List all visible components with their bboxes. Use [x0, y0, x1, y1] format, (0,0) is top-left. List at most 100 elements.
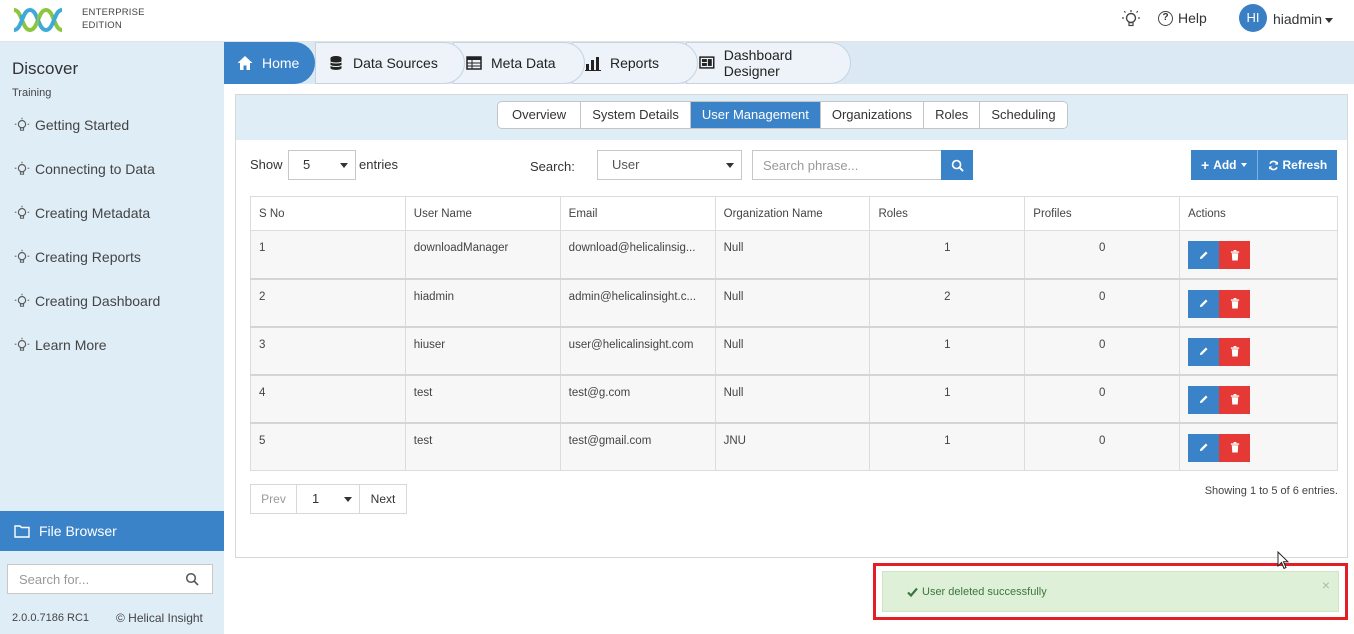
tab-data-sources[interactable]: Data Sources: [315, 42, 465, 84]
refresh-label: Refresh: [1282, 158, 1328, 172]
delete-user-button[interactable]: [1219, 241, 1251, 269]
sidebar-item-learn-more[interactable]: Learn More: [14, 337, 107, 353]
action-button-group: + Add Refresh: [1191, 150, 1338, 180]
subtab-system-details[interactable]: System Details: [580, 102, 690, 128]
table-row: 2 hiadmin admin@helicalinsight.c... Null…: [250, 278, 1338, 328]
sidebar-title: Discover: [12, 59, 79, 78]
cell-sno: 3: [250, 326, 406, 376]
sidebar-search-input[interactable]: [8, 565, 178, 593]
delete-user-button[interactable]: [1219, 337, 1251, 366]
cell-profiles: 0: [1024, 422, 1181, 471]
success-toast: User deleted successfully ×: [882, 571, 1339, 612]
trash-icon: [1230, 394, 1239, 405]
lightbulb-icon: [14, 117, 30, 131]
add-button[interactable]: + Add: [1191, 150, 1258, 180]
pagination: Prev 1 Next: [250, 484, 407, 514]
subtab-user-management[interactable]: User Management: [689, 102, 820, 128]
edit-user-button[interactable]: [1188, 289, 1220, 318]
lightbulb-icon: [14, 205, 30, 219]
edit-user-button[interactable]: [1188, 385, 1220, 414]
cell-email: test@gmail.com: [559, 422, 716, 471]
subtab-overview[interactable]: Overview: [498, 102, 581, 128]
column-header-email[interactable]: Email: [559, 196, 716, 231]
cell-email: test@g.com: [559, 374, 716, 424]
cell-sno: 1: [250, 230, 406, 280]
sidebar-item-label: Connecting to Data: [35, 161, 155, 177]
caret-down-icon: [344, 497, 352, 502]
tab-dashboard-designer[interactable]: Dashboard Designer: [686, 42, 851, 84]
cell-username: hiadmin: [404, 278, 561, 328]
sidebar-item-label: Creating Dashboard: [35, 293, 161, 309]
subtab-scheduling[interactable]: Scheduling: [979, 102, 1067, 128]
column-header-sno[interactable]: S No: [250, 196, 406, 231]
close-icon[interactable]: ×: [1322, 578, 1330, 592]
check-icon: [907, 587, 918, 597]
search-phrase-input[interactable]: [752, 150, 942, 180]
version-label: 2.0.0.7186 RC1: [12, 612, 90, 624]
sidebar: Discover Training Getting Started Connec…: [0, 42, 224, 634]
delete-user-button[interactable]: [1219, 385, 1251, 414]
delete-user-button[interactable]: [1219, 433, 1251, 462]
sidebar-item-creating-metadata[interactable]: Creating Metadata: [14, 205, 150, 221]
refresh-button[interactable]: Refresh: [1257, 150, 1338, 180]
cell-roles: 2: [869, 278, 1026, 328]
entries-per-page-select[interactable]: 5: [288, 150, 356, 180]
sidebar-item-label: Creating Reports: [35, 249, 141, 265]
trash-icon: [1230, 249, 1239, 261]
main-content: Dashboard Designer Reports Meta Data Dat…: [224, 42, 1354, 634]
prev-page-button[interactable]: Prev: [251, 485, 297, 513]
tab-meta-data[interactable]: Meta Data: [453, 42, 585, 84]
lightbulb-icon: [14, 161, 30, 175]
sidebar-item-label: Getting Started: [35, 117, 130, 133]
pencil-icon: [1199, 250, 1208, 259]
sidebar-item-creating-reports[interactable]: Creating Reports: [14, 249, 141, 265]
entries-summary: Showing 1 to 5 of 6 entries.: [1204, 485, 1338, 497]
edit-user-button[interactable]: [1188, 241, 1220, 269]
page-number-select[interactable]: 1: [297, 485, 360, 513]
avatar[interactable]: HI: [1239, 4, 1267, 32]
cell-roles: 1: [869, 422, 1026, 471]
column-header-organization-name[interactable]: Organization Name: [714, 196, 871, 231]
file-browser-label: File Browser: [39, 523, 117, 539]
cell-username: test: [404, 374, 561, 424]
next-page-button[interactable]: Next: [360, 485, 406, 513]
sidebar-search: [7, 564, 213, 594]
trash-icon: [1230, 442, 1239, 453]
sidebar-item-label: Creating Metadata: [35, 205, 151, 221]
file-browser-button[interactable]: File Browser: [0, 511, 224, 551]
edition-line-1: ENTERPRISE: [82, 7, 145, 18]
tab-home[interactable]: Home: [224, 42, 315, 84]
subtab-roles[interactable]: Roles: [923, 102, 980, 128]
tab-label: Data Sources: [353, 55, 438, 71]
delete-user-button[interactable]: [1219, 289, 1251, 318]
lightbulb-icon: [14, 293, 30, 307]
edit-user-button[interactable]: [1188, 337, 1220, 366]
edition-line-2: EDITION: [82, 20, 122, 31]
caret-down-icon: [1325, 17, 1334, 23]
cell-organization: Null: [714, 278, 871, 328]
cell-actions: [1179, 422, 1338, 471]
search-icon[interactable]: [185, 572, 199, 586]
column-header-roles[interactable]: Roles: [869, 196, 1026, 231]
subtab-organizations[interactable]: Organizations: [819, 102, 924, 128]
lightbulb-icon: [14, 337, 30, 351]
edit-user-button[interactable]: [1188, 433, 1220, 462]
tab-reports[interactable]: Reports: [572, 42, 698, 84]
sidebar-item-getting-started[interactable]: Getting Started: [14, 117, 129, 133]
database-icon: [330, 56, 342, 70]
caret-down-icon: [1240, 163, 1247, 167]
cell-email: download@helicalinsig...: [559, 230, 716, 280]
search-label: Search:: [530, 159, 575, 174]
user-menu[interactable]: hiadmin: [1273, 11, 1334, 27]
search-type-select[interactable]: User: [597, 150, 742, 180]
column-header-user-name[interactable]: User Name: [404, 196, 561, 231]
search-button[interactable]: [941, 150, 973, 180]
sidebar-item-connecting-to-data[interactable]: Connecting to Data: [14, 161, 155, 177]
sidebar-item-creating-dashboard[interactable]: Creating Dashboard: [14, 293, 160, 309]
dna-logo-icon[interactable]: [12, 6, 72, 34]
subtabs-band: Overview System Details User Management …: [236, 95, 1347, 140]
cell-actions: [1179, 278, 1338, 328]
column-header-profiles[interactable]: Profiles: [1024, 196, 1181, 231]
help-link[interactable]: ? Help: [1158, 10, 1207, 26]
lightbulb-icon[interactable]: [1121, 9, 1141, 29]
